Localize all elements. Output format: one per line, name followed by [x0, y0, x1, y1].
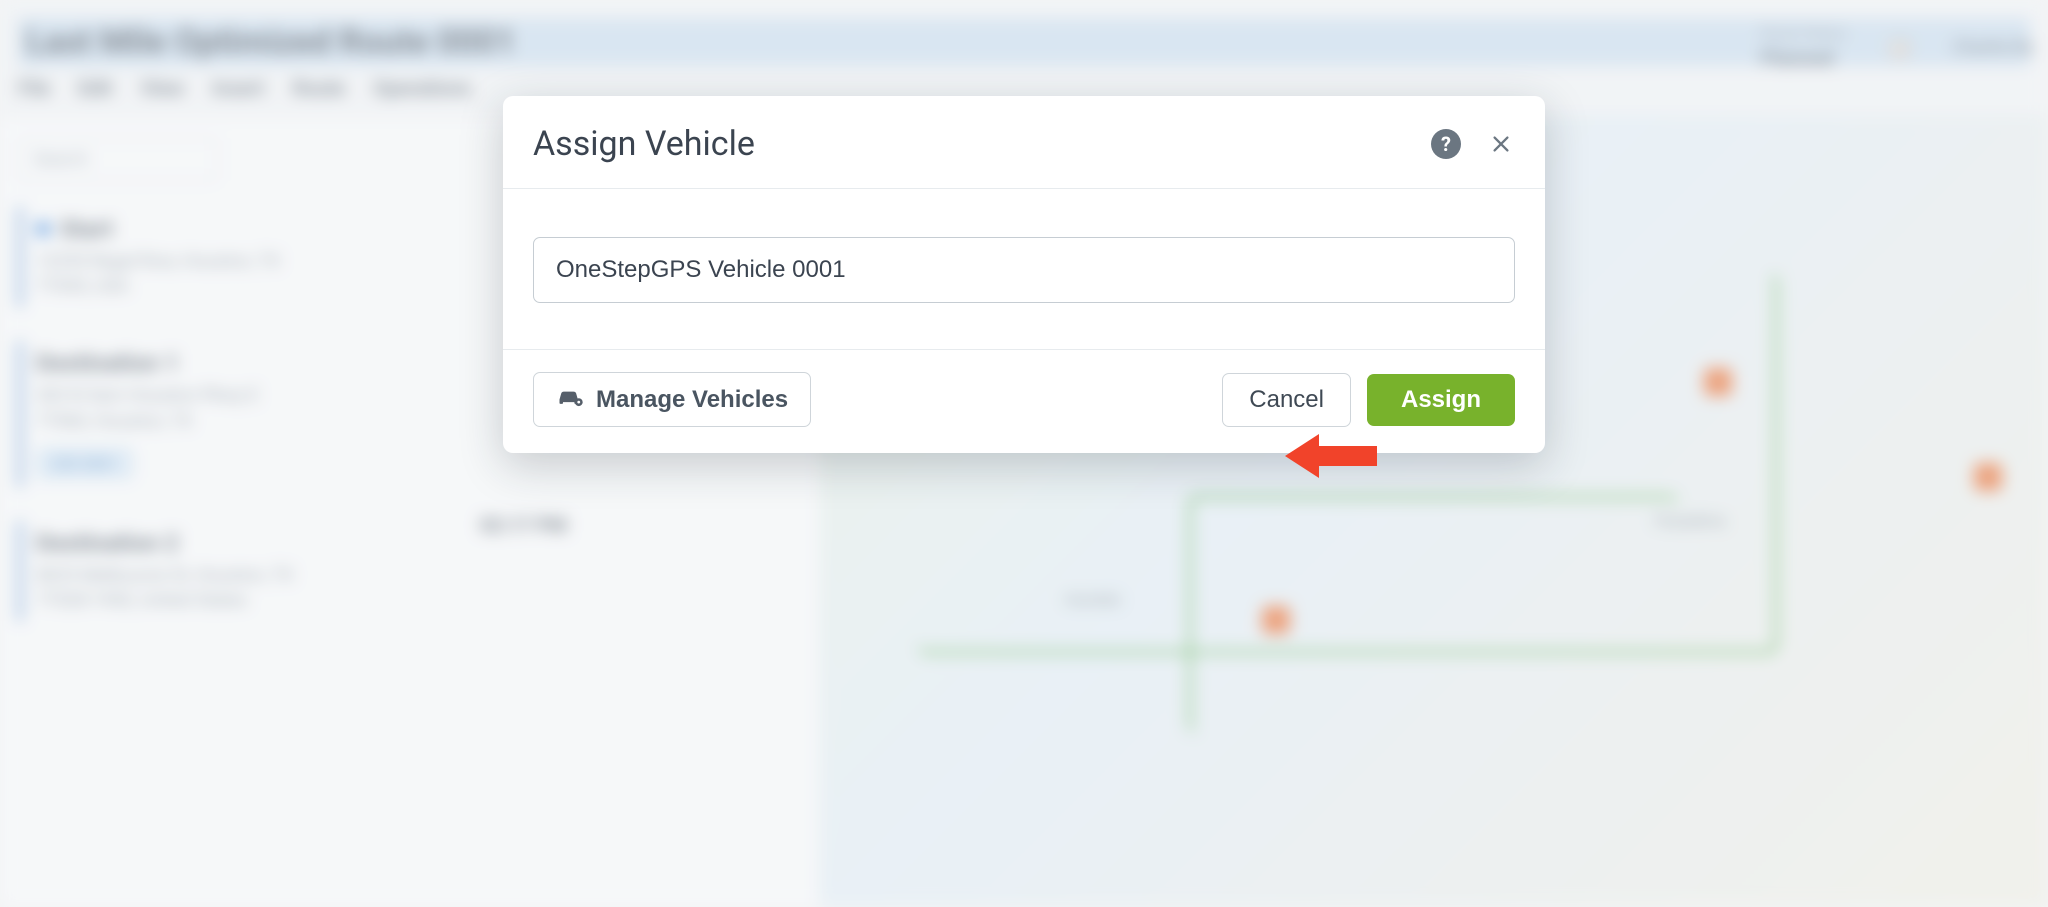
vehicle-input[interactable]	[533, 237, 1515, 303]
manage-vehicles-button[interactable]: Manage Vehicles	[533, 372, 811, 427]
modal-header: Assign Vehicle ?	[503, 96, 1545, 189]
modal-title: Assign Vehicle	[533, 124, 1431, 164]
assign-vehicle-modal: Assign Vehicle ? Manage Vehicl	[503, 96, 1545, 453]
modal-footer: Manage Vehicles Cancel Assign	[503, 349, 1545, 453]
modal-body	[503, 189, 1545, 349]
manage-vehicles-label: Manage Vehicles	[596, 386, 788, 414]
vehicle-gear-icon	[556, 385, 584, 414]
modal-overlay: Assign Vehicle ? Manage Vehicl	[0, 0, 2048, 907]
close-icon[interactable]	[1487, 130, 1515, 158]
help-icon[interactable]: ?	[1431, 129, 1461, 159]
cancel-button[interactable]: Cancel	[1222, 373, 1351, 427]
assign-button[interactable]: Assign	[1367, 374, 1515, 426]
